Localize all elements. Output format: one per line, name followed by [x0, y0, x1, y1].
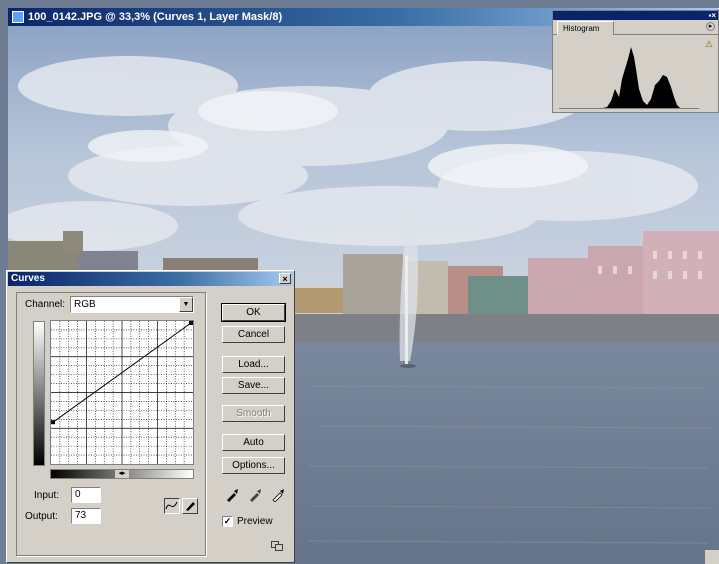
channel-label: Channel: [25, 299, 66, 310]
output-field[interactable]: 73 [71, 508, 101, 524]
input-gradient-bar: ◂▸ [50, 469, 194, 479]
smooth-button: Smooth [222, 405, 285, 422]
curve-icon [165, 501, 178, 510]
document-title: 100_0142.JPG @ 33,3% (Curves 1, Layer Ma… [28, 11, 283, 23]
pencil-tool-button[interactable] [182, 498, 198, 514]
curves-titlebar[interactable]: Curves × [8, 272, 293, 286]
curve-graph[interactable] [50, 320, 194, 465]
curve-point [51, 420, 55, 425]
close-button[interactable]: × [279, 273, 291, 284]
pencil-icon [186, 502, 195, 511]
input-field[interactable]: 0 [71, 487, 101, 503]
chevron-down-icon[interactable]: ▼ [179, 297, 193, 312]
gradient-swap-icon[interactable]: ◂▸ [115, 470, 129, 478]
output-gradient-bar [33, 321, 45, 466]
load-button[interactable]: Load... [222, 356, 285, 373]
curve-point [189, 321, 193, 325]
curves-title: Curves [11, 273, 45, 284]
expand-view-icon[interactable] [271, 541, 283, 551]
scroll-corner[interactable] [705, 550, 719, 564]
save-button[interactable]: Save... [222, 377, 285, 394]
output-label: Output: [25, 511, 58, 522]
input-label: Input: [34, 490, 60, 501]
curves-dialog: Curves × Channel: RGB ▼ ◂▸ Input: 0 Outp… [6, 270, 295, 563]
options-button[interactable]: Options... [222, 457, 285, 474]
panel-menu-icon[interactable]: ▸ [706, 22, 715, 31]
histogram-panel: ▪× Histogram ▸ ⚠ [552, 10, 719, 113]
photoshop-document-icon [12, 11, 24, 23]
panel-window-buttons[interactable]: ▪× [708, 12, 716, 20]
black-eyedropper-icon[interactable] [225, 488, 239, 502]
preview-checkbox[interactable]: ✓ [222, 516, 233, 527]
curve-tool-button[interactable] [164, 498, 180, 514]
cancel-button[interactable]: Cancel [222, 326, 285, 343]
gray-eyedropper-icon[interactable] [248, 488, 262, 502]
preview-label: Preview [237, 516, 273, 527]
ok-button[interactable]: OK [221, 303, 286, 322]
channel-value: RGB [74, 299, 96, 310]
histogram-panel-titlebar[interactable]: ▪× [553, 11, 718, 20]
auto-button[interactable]: Auto [222, 434, 285, 451]
channel-select[interactable]: RGB ▼ [70, 296, 194, 313]
cache-warning-icon[interactable]: ⚠ [705, 39, 713, 50]
white-eyedropper-icon[interactable] [271, 488, 285, 502]
histogram-graph [559, 39, 699, 109]
tab-histogram[interactable]: Histogram [557, 21, 615, 35]
curve-grid [51, 321, 193, 464]
